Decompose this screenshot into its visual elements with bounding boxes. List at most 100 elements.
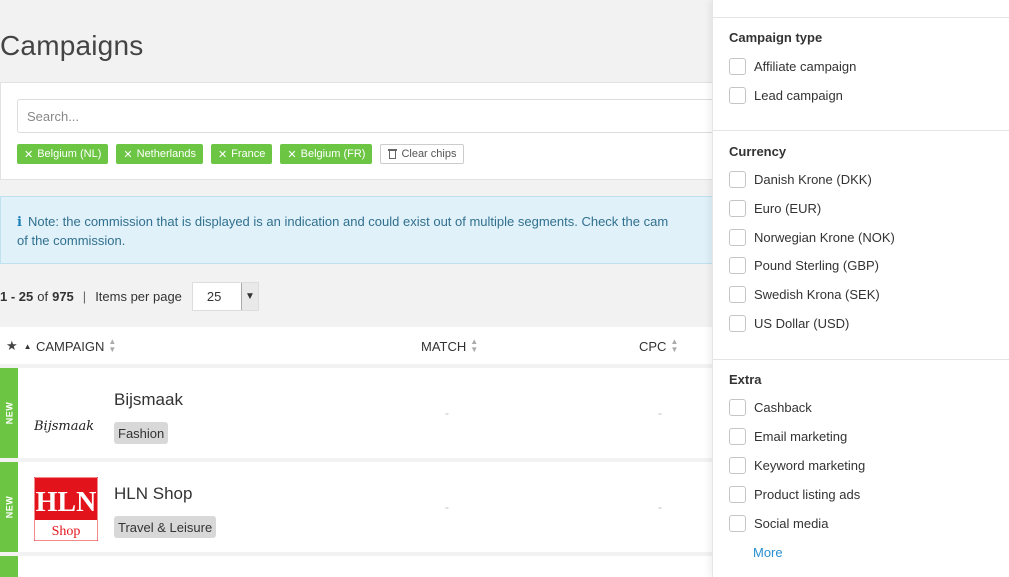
- chip-belgium-fr[interactable]: ✕ Belgium (FR): [280, 144, 373, 164]
- option-label: Keyword marketing: [754, 458, 866, 473]
- checkbox[interactable]: [729, 399, 746, 416]
- remove-chip-icon[interactable]: ✕: [123, 148, 132, 161]
- option-usd[interactable]: US Dollar (USD): [729, 315, 849, 332]
- column-cpc[interactable]: CPC ▲ ▼: [639, 338, 678, 354]
- page-range: 1 - 25: [0, 288, 34, 304]
- checkbox[interactable]: [729, 315, 746, 332]
- note-line-1: Note: the commission that is displayed i…: [27, 214, 669, 229]
- remove-chip-icon[interactable]: ✕: [218, 148, 227, 161]
- logo-subtext: Shop: [52, 524, 81, 539]
- bijsmaak-logo[interactable]: Bijsmaak: [33, 383, 98, 447]
- new-badge: NEW: [0, 462, 18, 552]
- chip-label: Belgium (FR): [300, 148, 366, 160]
- chevron-down-icon[interactable]: ▼: [240, 282, 258, 310]
- cpc-value: -: [658, 500, 662, 514]
- chip-label: Belgium (NL): [37, 148, 102, 160]
- option-email-marketing[interactable]: Email marketing: [729, 428, 847, 445]
- sort-icon[interactable]: ▲ ▼: [108, 338, 116, 354]
- clear-chips-label: Clear chips: [401, 148, 457, 160]
- option-label: Euro (EUR): [754, 201, 822, 216]
- checkbox[interactable]: [729, 457, 746, 474]
- chip-france[interactable]: ✕ France: [210, 144, 273, 164]
- chip-netherlands[interactable]: ✕ Netherlands: [116, 144, 203, 164]
- checkbox[interactable]: [729, 200, 746, 217]
- table-row[interactable]: NEW Bijsmaak Bijsmaak Fashion - -: [0, 368, 712, 458]
- main-content: Campaigns ✕ Belgium (NL) ✕ Netherlands ✕…: [0, 0, 717, 577]
- checkbox[interactable]: [729, 229, 746, 246]
- trash-icon: [388, 149, 398, 159]
- option-label: Swedish Krona (SEK): [754, 287, 880, 302]
- column-cpc-label: CPC: [639, 338, 667, 354]
- sort-asc-icon[interactable]: ▲: [24, 342, 32, 351]
- chip-label: Netherlands: [136, 148, 196, 160]
- campaign-name[interactable]: HLN Shop: [114, 484, 192, 504]
- commission-note: i Note: the commission that is displayed …: [0, 196, 712, 264]
- info-icon: i: [17, 215, 22, 230]
- option-label: US Dollar (USD): [754, 316, 850, 331]
- checkbox[interactable]: [729, 171, 746, 188]
- divider: [713, 359, 1009, 360]
- campaign-name[interactable]: Bijsmaak: [114, 390, 183, 410]
- logo-text: HLN: [36, 487, 97, 518]
- favorite-column-header[interactable]: ★ ▲: [6, 338, 32, 354]
- separator: |: [82, 288, 87, 304]
- clear-chips-button[interactable]: Clear chips: [380, 144, 465, 164]
- items-per-page-label: Items per page: [95, 288, 182, 304]
- option-label: Lead campaign: [754, 88, 843, 103]
- table-row[interactable]: NEW HLN Shop HLN Shop Travel & Leisure -…: [0, 462, 712, 552]
- note-line-2: of the commission.: [17, 233, 126, 248]
- new-badge: [0, 556, 18, 577]
- column-match[interactable]: MATCH ▲ ▼: [421, 338, 478, 354]
- column-campaign-label: CAMPAIGN: [36, 338, 105, 354]
- search-input[interactable]: [17, 99, 717, 133]
- option-nok[interactable]: Norwegian Krone (NOK): [729, 229, 895, 246]
- option-gbp[interactable]: Pound Sterling (GBP): [729, 257, 879, 274]
- items-per-page-select[interactable]: 25 ▼: [191, 281, 259, 311]
- option-eur[interactable]: Euro (EUR): [729, 200, 821, 217]
- column-match-label: MATCH: [421, 338, 467, 354]
- option-label: Norwegian Krone (NOK): [754, 230, 895, 245]
- more-link[interactable]: More: [753, 545, 783, 560]
- checkbox[interactable]: [729, 486, 746, 503]
- table-row[interactable]: [0, 556, 712, 577]
- sort-icon[interactable]: ▲ ▼: [470, 338, 478, 354]
- divider: [713, 130, 1009, 131]
- category-tag: Fashion: [114, 422, 169, 444]
- checkbox[interactable]: [729, 515, 746, 532]
- hln-shop-logo[interactable]: HLN Shop: [33, 476, 99, 542]
- sort-icon[interactable]: ▲ ▼: [670, 338, 678, 354]
- checkbox[interactable]: [729, 58, 746, 75]
- filter-card: ✕ Belgium (NL) ✕ Netherlands ✕ France ✕ …: [0, 82, 717, 180]
- option-label: Pound Sterling (GBP): [754, 258, 880, 273]
- option-label: Social media: [754, 516, 829, 531]
- option-sek[interactable]: Swedish Krona (SEK): [729, 286, 880, 303]
- chip-label: France: [231, 148, 266, 160]
- option-lead-campaign[interactable]: Lead campaign: [729, 87, 843, 104]
- option-dkk[interactable]: Danish Krone (DKK): [729, 171, 872, 188]
- new-badge: NEW: [0, 368, 18, 458]
- checkbox[interactable]: [729, 286, 746, 303]
- option-product-listing-ads[interactable]: Product listing ads: [729, 486, 860, 503]
- extra-title: Extra: [729, 372, 762, 387]
- chip-belgium-nl[interactable]: ✕ Belgium (NL): [17, 144, 109, 164]
- option-keyword-marketing[interactable]: Keyword marketing: [729, 457, 865, 474]
- option-cashback[interactable]: Cashback: [729, 399, 812, 416]
- remove-chip-icon[interactable]: ✕: [287, 148, 296, 161]
- star-icon[interactable]: ★: [6, 338, 18, 354]
- items-per-page-value: 25: [206, 288, 222, 304]
- option-label: Product listing ads: [754, 487, 861, 502]
- option-label: Danish Krone (DKK): [754, 172, 872, 187]
- page-title: Campaigns: [0, 30, 144, 61]
- column-campaign[interactable]: CAMPAIGN ▲ ▼: [36, 338, 116, 354]
- cpc-value: -: [658, 406, 662, 420]
- remove-chip-icon[interactable]: ✕: [24, 148, 33, 161]
- checkbox[interactable]: [729, 87, 746, 104]
- checkbox[interactable]: [729, 257, 746, 274]
- option-label: Email marketing: [754, 429, 848, 444]
- option-social-media[interactable]: Social media: [729, 515, 828, 532]
- option-affiliate-campaign[interactable]: Affiliate campaign: [729, 58, 856, 75]
- table-header: ★ ▲ CAMPAIGN ▲ ▼ MATCH ▲ ▼ CPC ▲ ▼: [0, 327, 712, 364]
- checkbox[interactable]: [729, 428, 746, 445]
- option-label: Affiliate campaign: [754, 59, 857, 74]
- category-tag: Travel & Leisure: [114, 516, 217, 538]
